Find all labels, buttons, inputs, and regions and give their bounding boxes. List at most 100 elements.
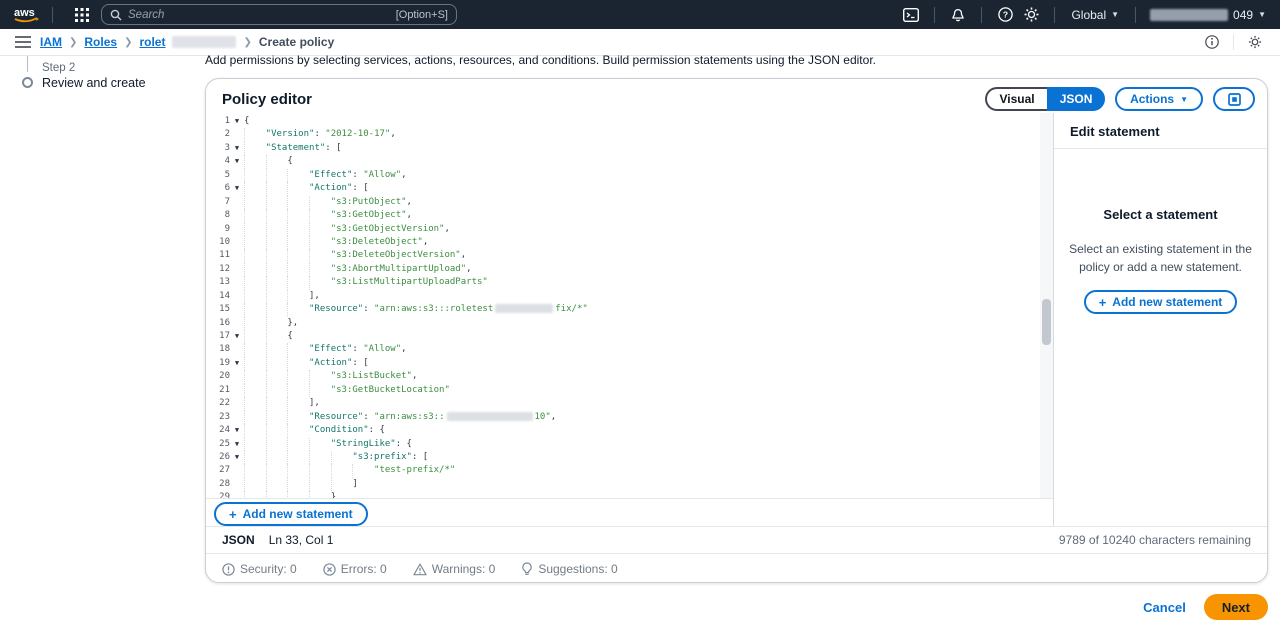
code-token: "test-prefix/*" (374, 465, 455, 475)
code-token: 10" (535, 412, 551, 422)
indent-guide (331, 451, 353, 464)
divider (981, 7, 982, 23)
line-number: 7 (206, 196, 230, 209)
code-token: "StringLike" (331, 439, 396, 449)
indent-guide (287, 451, 309, 464)
code-line: 6▼"Action": [ (206, 182, 1053, 195)
divider (1233, 34, 1234, 50)
json-code-editor[interactable]: 1▼{2"Version": "2012-10-17",3▼"Statement… (206, 113, 1053, 498)
cancel-button[interactable]: Cancel (1143, 600, 1186, 615)
fold-spacer (230, 303, 244, 316)
fold-toggle-icon[interactable]: ▼ (230, 357, 244, 370)
indent-guide (266, 384, 288, 397)
fold-toggle-icon[interactable]: ▼ (230, 115, 244, 128)
fold-spacer (230, 478, 244, 491)
code-line: 25▼"StringLike": { (206, 438, 1053, 451)
indent-guide (244, 343, 266, 356)
breadcrumb-bar: IAM ❯ Roles ❯ rolet ❯ Create policy (0, 29, 1280, 56)
editor-scrollbar-thumb[interactable] (1042, 299, 1051, 345)
indent-guide (244, 209, 266, 222)
warnings-findings[interactable]: Warnings: 0 (413, 562, 496, 576)
fold-spacer (230, 411, 244, 424)
search-icon (110, 9, 122, 21)
select-statement-title: Select a statement (1066, 207, 1255, 222)
indent-guide (266, 182, 288, 195)
suggestions-findings[interactable]: Suggestions: 0 (521, 562, 617, 576)
line-number: 6 (206, 182, 230, 195)
region-selector[interactable]: Global ▼ (1065, 8, 1125, 22)
cloudshell-icon[interactable] (898, 4, 924, 26)
plus-icon: + (1099, 296, 1107, 309)
account-menu[interactable]: 049 ▼ (1146, 8, 1270, 22)
breadcrumb-separator: ❯ (243, 37, 251, 48)
security-findings[interactable]: Security: 0 (222, 562, 297, 576)
fold-toggle-icon[interactable]: ▼ (230, 438, 244, 451)
indent-guide (287, 290, 309, 303)
apps-grid-icon[interactable] (71, 4, 93, 26)
top-navigation-bar: aws Search [Option+S] (0, 0, 1280, 29)
code-line-content: "s3:ListMultipartUploadParts" (244, 276, 1053, 289)
add-new-statement-button[interactable]: + Add new statement (214, 502, 368, 526)
errors-findings[interactable]: Errors: 0 (323, 562, 387, 576)
code-line-content: "Effect": "Allow", (244, 169, 1053, 182)
code-token: "Effect" (309, 344, 352, 354)
policy-editor-card: Policy editor Visual JSON Actions ▼ 1▼{2… (205, 78, 1268, 583)
indent-guide (244, 491, 266, 498)
search-input[interactable]: Search [Option+S] (101, 4, 457, 25)
code-line-content: "s3:PutObject", (244, 196, 1053, 209)
info-icon[interactable] (1201, 31, 1223, 53)
panel-settings-gear-icon[interactable] (1244, 31, 1266, 53)
code-token: , (551, 412, 556, 422)
code-line: 12"s3:AbortMultipartUpload", (206, 263, 1053, 276)
code-line: 28] (206, 478, 1053, 491)
editor-controls: Visual JSON Actions ▼ (985, 87, 1255, 111)
actions-dropdown-button[interactable]: Actions ▼ (1115, 87, 1203, 111)
json-toggle-button[interactable]: JSON (1047, 87, 1105, 111)
help-icon[interactable]: ? (992, 4, 1018, 26)
step-2-radio[interactable] (22, 77, 33, 88)
code-token: , (444, 224, 449, 234)
panel-add-new-statement-button[interactable]: + Add new statement (1084, 290, 1238, 314)
settings-gear-icon[interactable] (1018, 4, 1044, 26)
indent-guide (287, 397, 309, 410)
lightbulb-icon (521, 562, 533, 576)
visual-toggle-button[interactable]: Visual (985, 87, 1047, 111)
indent-guide (287, 478, 309, 491)
fold-toggle-icon[interactable]: ▼ (230, 155, 244, 168)
code-token: , (466, 264, 471, 274)
code-line-content: "s3:GetObjectVersion", (244, 223, 1053, 236)
indent-guide (309, 438, 331, 451)
menu-hamburger-icon[interactable] (12, 32, 34, 52)
indent-guide (287, 196, 309, 209)
select-statement-description: Select an existing statement in the poli… (1066, 240, 1255, 276)
fold-toggle-icon[interactable]: ▼ (230, 330, 244, 343)
aws-logo-icon[interactable]: aws (12, 5, 42, 25)
breadcrumb-link-iam[interactable]: IAM (40, 35, 62, 49)
split-panel-icon[interactable] (1213, 87, 1255, 111)
next-button[interactable]: Next (1204, 594, 1268, 620)
code-token: "Statement" (266, 143, 326, 153)
fold-spacer (230, 290, 244, 303)
fold-toggle-icon[interactable]: ▼ (230, 142, 244, 155)
code-token: "Allow" (363, 344, 401, 354)
fold-spacer (230, 491, 244, 498)
breadcrumb-link-roles[interactable]: Roles (84, 35, 117, 49)
editor-scrollbar-track[interactable] (1040, 113, 1053, 498)
line-number: 9 (206, 223, 230, 236)
indent-guide (244, 290, 266, 303)
fold-toggle-icon[interactable]: ▼ (230, 424, 244, 437)
fold-toggle-icon[interactable]: ▼ (230, 451, 244, 464)
notifications-bell-icon[interactable] (945, 4, 971, 26)
indent-guide (266, 397, 288, 410)
breadcrumb-utilities (1201, 31, 1280, 53)
breadcrumb-link-role[interactable]: rolet (139, 35, 165, 49)
code-token: "s3:DeleteObjectVersion" (331, 250, 461, 260)
redacted-text (447, 412, 533, 421)
code-line-content: "s3:DeleteObject", (244, 236, 1053, 249)
indent-guide (244, 424, 266, 437)
indent-guide (266, 236, 288, 249)
indent-guide (309, 249, 331, 262)
code-line: 13"s3:ListMultipartUploadParts" (206, 276, 1053, 289)
step-title-link[interactable]: Review and create (42, 76, 146, 90)
fold-toggle-icon[interactable]: ▼ (230, 182, 244, 195)
